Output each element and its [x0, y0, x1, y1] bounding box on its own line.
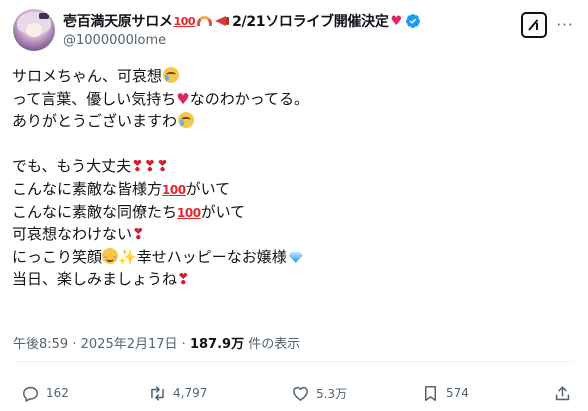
- post-line-text: にっこり笑顔: [12, 247, 103, 266]
- heart-exclamation-icon: ❣❣❣: [131, 157, 169, 176]
- post-line: 当日、楽しみましょうね❣: [12, 268, 572, 291]
- crying-face-icon: [178, 112, 195, 129]
- heart-icon: [293, 386, 308, 401]
- meta-separator: ·: [72, 337, 77, 352]
- post-line: サロメちゃん、可哀想: [12, 65, 572, 88]
- reply-icon: [23, 386, 38, 402]
- hundred-points-icon: 100: [177, 205, 201, 220]
- post-line-text: 幸せハッピーなお嬢様: [136, 247, 287, 266]
- reply-count: 162: [46, 386, 69, 400]
- bookmark-button[interactable]: 574: [421, 381, 469, 405]
- bookmark-icon: [424, 385, 437, 401]
- post-line-text: がいて: [185, 179, 231, 198]
- action-bar: 162 4,797 5.3万 574: [13, 381, 574, 405]
- avatar-face: [26, 23, 42, 37]
- gem-icon: [288, 251, 303, 263]
- verified-badge-icon[interactable]: [405, 13, 421, 29]
- post-line: って言葉、優しい気持ち♥なのわかってる。: [12, 88, 572, 111]
- post-line: こんなに素敵な同僚たち100がいて: [12, 201, 572, 224]
- post-line: ありがとうございますわ: [12, 110, 572, 133]
- post-line-text: でも、もう大丈夫: [12, 157, 132, 176]
- rainbow-icon: [197, 16, 213, 26]
- display-name-event[interactable]: 2/21ソロライブ開催決定: [232, 11, 389, 31]
- post-line-text: サロメちゃん、可哀想: [12, 67, 163, 85]
- post-line: にっこり笑顔 ✨幸せハッピーなお嬢様: [12, 246, 572, 269]
- repost-count: 4,797: [173, 386, 208, 400]
- post-meta: 午後8:59 · 2025年2月17日 · 187.9万 件の表示: [13, 333, 300, 352]
- post-time[interactable]: 午後8:59: [13, 337, 68, 352]
- author-name-row[interactable]: 壱百満天原サロメ 100 2/21ソロライブ開催決定 ♥: [63, 11, 421, 31]
- more-icon: ···: [556, 16, 574, 34]
- avatar[interactable]: [13, 9, 55, 51]
- megaphone-icon: [214, 15, 230, 27]
- divider: [13, 361, 574, 362]
- like-count: 5.3万: [316, 386, 348, 401]
- post-line-text: なのわかってる。: [189, 89, 309, 108]
- repost-icon: [151, 385, 164, 401]
- share-button[interactable]: [553, 381, 572, 405]
- post-line-text: ありがとうございますわ: [12, 112, 178, 131]
- heart-exclamation-icon: ❣: [177, 270, 190, 289]
- share-icon: [555, 385, 570, 400]
- more-options-button[interactable]: ···: [556, 16, 574, 34]
- post-line-text: こんなに素敵な同僚たち: [12, 202, 178, 221]
- post-text: サロメちゃん、可哀想 って言葉、優しい気持ち♥なのわかってる。 ありがとうござい…: [12, 65, 572, 291]
- sparkling-heart-icon: ♥: [176, 89, 190, 108]
- heart-exclamation-icon: ❣: [132, 225, 145, 244]
- post-line-text: こんなに素敵な皆様方: [12, 179, 163, 198]
- like-button[interactable]: 5.3万: [291, 381, 347, 405]
- post-line: 可哀想なわけない❣: [12, 223, 572, 246]
- sparkling-heart-icon: ♥: [390, 13, 403, 29]
- author-handle[interactable]: @1000000lome: [63, 33, 166, 48]
- view-count-label: 件の表示: [248, 337, 301, 352]
- crying-face-icon: [163, 67, 180, 83]
- hundred-points-icon: 100: [162, 182, 186, 197]
- reply-button[interactable]: 162: [21, 381, 69, 405]
- smiling-face-icon: [102, 247, 119, 264]
- view-count[interactable]: 187.9万: [190, 337, 244, 352]
- post-line: こんなに素敵な皆様方100がいて: [12, 178, 572, 201]
- post-line-text: 可哀想なわけない: [12, 225, 133, 244]
- post-line-text: 当日、楽しみましょうね: [12, 270, 178, 289]
- sparkles-icon: ✨: [118, 247, 137, 266]
- post-line-text: がいて: [200, 202, 246, 221]
- repost-button[interactable]: 4,797: [148, 381, 207, 405]
- bookmark-count: 574: [446, 386, 469, 400]
- post-line-text: って言葉、優しい気持ち: [12, 89, 177, 108]
- grok-button[interactable]: [521, 12, 547, 38]
- grok-icon: [528, 19, 539, 31]
- meta-separator: ·: [181, 337, 186, 352]
- post-line: でも、もう大丈夫❣❣❣: [12, 155, 572, 178]
- display-name[interactable]: 壱百満天原サロメ: [63, 11, 173, 31]
- post-card: 壱百満天原サロメ 100 2/21ソロライブ開催決定 ♥ @1000000lom…: [0, 0, 588, 411]
- post-date[interactable]: 2025年2月17日: [81, 337, 178, 352]
- hundred-points-icon: 100: [173, 14, 196, 28]
- avatar-ribbon: [39, 13, 49, 19]
